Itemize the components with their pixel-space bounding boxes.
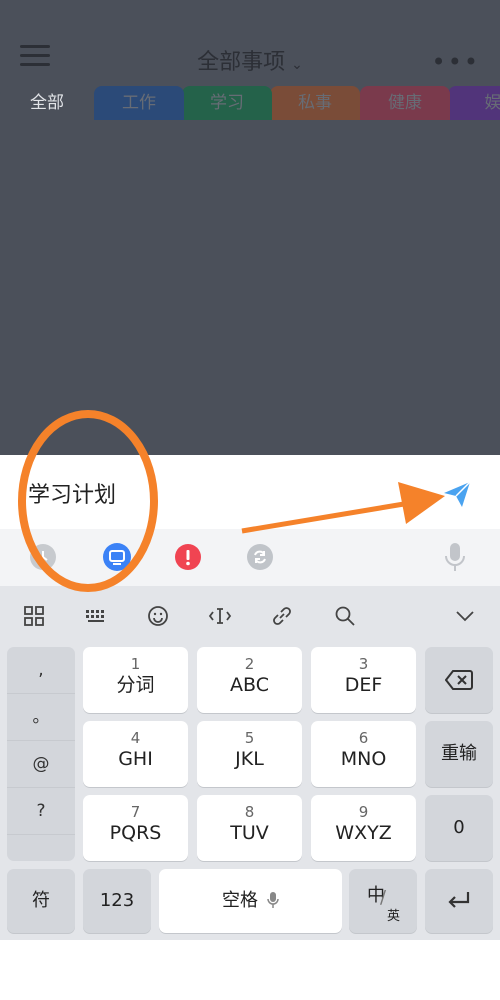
link-icon[interactable] — [270, 604, 294, 628]
category-tabs: 娱 健康 私事 学习 工作 全部 — [0, 86, 500, 120]
key-number: 1 — [130, 655, 141, 673]
page-title[interactable]: 全部事项 ⌄ — [0, 44, 500, 76]
grid-icon[interactable] — [22, 604, 46, 628]
enter-key[interactable] — [425, 869, 493, 933]
key-9-wxyz[interactable]: 9 WXYZ — [311, 795, 416, 861]
key-number: 5 — [244, 729, 255, 747]
send-icon[interactable] — [440, 477, 474, 511]
key-label: GHI — [118, 748, 153, 770]
bottom-safe-area — [0, 940, 500, 1000]
key-5-jkl[interactable]: 5 JKL — [197, 721, 302, 787]
key-number: 7 — [130, 803, 141, 821]
top-bar: 全部事项 ⌄ ••• — [0, 0, 500, 86]
key-number: 9 — [358, 803, 369, 821]
key-number: 8 — [244, 803, 255, 821]
cursor-icon[interactable] — [208, 604, 232, 628]
backspace-key[interactable] — [425, 647, 493, 713]
key-4-ghi[interactable]: 4 GHI — [83, 721, 188, 787]
collapse-chevron-icon[interactable] — [453, 604, 477, 628]
key-label: DEF — [344, 674, 383, 696]
key-number: 2 — [244, 655, 255, 673]
tab-health[interactable]: 健康 — [360, 86, 450, 120]
key-number: 3 — [358, 655, 369, 673]
symbol-key-comma[interactable]: , — [7, 647, 75, 694]
space-label: 空格 — [221, 890, 258, 911]
symbol-key-period[interactable]: 。 — [7, 694, 75, 741]
backspace-icon — [444, 670, 473, 690]
category-icon[interactable] — [103, 543, 131, 571]
task-input-row: 学习计划 — [0, 455, 500, 529]
key-label: JKL — [235, 748, 264, 770]
symbol-column: , 。 @ ? — [7, 647, 75, 861]
zero-key[interactable]: 0 — [425, 795, 493, 861]
priority-icon[interactable] — [175, 544, 201, 570]
symbol-key-at[interactable]: @ — [7, 741, 75, 788]
key-7-pqrs[interactable]: 7 PQRS — [83, 795, 188, 861]
space-mic-icon — [267, 892, 279, 908]
key-3-def[interactable]: 3 DEF — [311, 647, 416, 713]
page-title-text: 全部事项 — [197, 50, 286, 75]
chevron-down-icon: ⌄ — [291, 57, 303, 73]
more-horizontal-icon[interactable]: ••• — [432, 48, 480, 76]
key-6-mno[interactable]: 6 MNO — [311, 721, 416, 787]
number-toggle-key[interactable]: 123 — [83, 869, 151, 933]
key-2-abc[interactable]: 2 ABC — [197, 647, 302, 713]
task-options-row — [0, 529, 500, 586]
lang-slash: / — [380, 887, 387, 908]
clock-icon[interactable] — [30, 544, 56, 570]
space-key[interactable]: 空格 — [159, 869, 342, 933]
keyboard: , 。 @ ? 1 分词 2 ABC 3 DEF 4 GHI 5 JKL 6 M… — [0, 586, 500, 940]
key-label: ABC — [230, 674, 269, 696]
key-1-segment[interactable]: 1 分词 — [83, 647, 188, 713]
tab-all[interactable]: 全部 — [0, 86, 94, 120]
symbol-key-question[interactable]: ? — [7, 788, 75, 835]
microphone-icon[interactable] — [444, 541, 466, 573]
keyboard-icon[interactable] — [84, 604, 108, 628]
language-toggle-key[interactable]: 中 / 英 — [349, 869, 417, 933]
tab-study[interactable]: 学习 — [182, 86, 272, 120]
reinput-key[interactable]: 重输 — [425, 721, 493, 787]
key-label: 分词 — [116, 674, 155, 696]
tab-work[interactable]: 工作 — [94, 86, 184, 120]
emoji-icon[interactable] — [146, 604, 170, 628]
key-label: WXYZ — [335, 822, 392, 844]
key-label: MNO — [340, 748, 387, 770]
lang-en-label: 英 — [387, 909, 401, 924]
key-label: PQRS — [109, 822, 162, 844]
symbols-key[interactable]: 符 — [7, 869, 75, 933]
key-label: TUV — [230, 822, 269, 844]
keyboard-toolbar — [0, 586, 500, 646]
tab-personal[interactable]: 私事 — [270, 86, 360, 120]
key-8-tuv[interactable]: 8 TUV — [197, 795, 302, 861]
new-task-sheet: 学习计划 — [0, 455, 500, 586]
tab-entertainment[interactable]: 娱 — [448, 86, 500, 120]
repeat-icon[interactable] — [247, 544, 273, 570]
key-number: 4 — [130, 729, 141, 747]
enter-icon — [448, 892, 470, 908]
task-input[interactable]: 学习计划 — [28, 477, 116, 509]
key-number: 6 — [358, 729, 369, 747]
app-background: 全部事项 ⌄ ••• 娱 健康 私事 学习 工作 全部 — [0, 0, 500, 455]
search-icon[interactable] — [333, 604, 357, 628]
